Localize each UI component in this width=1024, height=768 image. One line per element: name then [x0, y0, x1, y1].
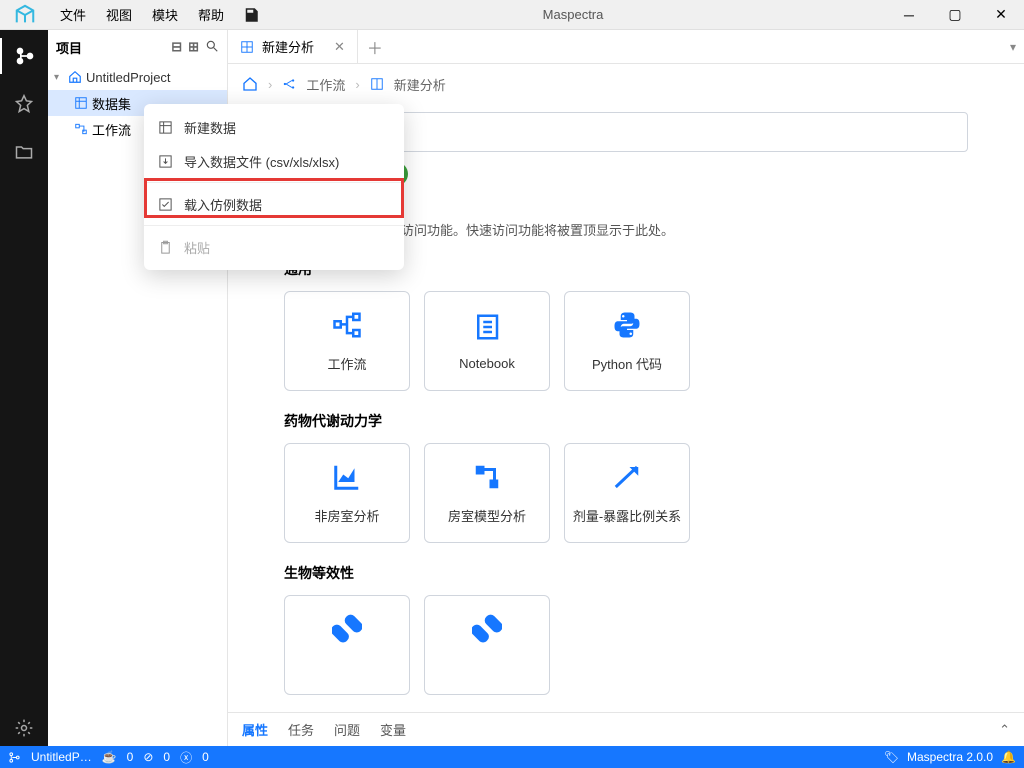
bottom-tab-problems[interactable]: 问题: [334, 720, 360, 739]
save-icon[interactable]: [242, 6, 260, 24]
titlebar: 文件 视图 模块 帮助 Maspectra ─ ▢ ✕: [0, 0, 1024, 30]
tree-project-label: UntitledProject: [86, 70, 171, 85]
activity-star-icon[interactable]: [0, 86, 48, 122]
clipboard-icon: [158, 240, 174, 255]
section-be-title: 生物等效性: [284, 563, 1010, 583]
card-nca[interactable]: 非房室分析: [284, 443, 410, 543]
tree-project-row[interactable]: ▾ UntitledProject: [48, 64, 227, 90]
card-notebook[interactable]: Notebook: [424, 291, 550, 391]
context-menu: 新建数据 导入数据文件 (csv/xls/xlsx) 载入仿例数据 粘贴: [144, 104, 404, 270]
breadcrumb-workflow-icon: [282, 77, 296, 91]
status-tag-icon: 🏷: [884, 750, 899, 764]
ctx-paste[interactable]: 粘贴: [144, 230, 404, 264]
breadcrumb-current-label: 新建分析: [394, 75, 446, 94]
window-title: Maspectra: [260, 7, 886, 22]
activity-folder-icon[interactable]: [0, 134, 48, 170]
window-controls: ─ ▢ ✕: [886, 0, 1024, 30]
ctx-label: 新建数据: [184, 118, 236, 137]
workflow-card-icon: [332, 310, 362, 340]
card-parallel-abe[interactable]: 平行设计 ABE 分析: [424, 595, 550, 695]
card-label: Python 代码: [592, 354, 662, 373]
bottom-tab-variables[interactable]: 变量: [380, 720, 406, 739]
card-compartment[interactable]: 房室模型分析: [424, 443, 550, 543]
status-count-1: 0: [127, 750, 134, 764]
status-version-label: Maspectra 2.0.0: [907, 750, 993, 764]
menu-view[interactable]: 视图: [96, 5, 142, 24]
tab-new-analysis[interactable]: 新建分析 ✕: [228, 30, 358, 64]
bottom-panel-tabs: 属性 任务 问题 变量 ⌃: [228, 712, 1024, 746]
status-cup-icon: ☕: [102, 750, 117, 764]
maximize-button[interactable]: ▢: [932, 0, 978, 30]
home-icon: [68, 70, 82, 84]
model-card-icon: [472, 462, 502, 492]
panel-new-icon[interactable]: ⊞: [188, 39, 199, 55]
card-workflow[interactable]: 工作流: [284, 291, 410, 391]
tab-close-icon[interactable]: ✕: [334, 39, 345, 55]
pill-card-icon: [332, 614, 362, 644]
breadcrumb-home-icon[interactable]: [242, 76, 258, 92]
notebook-card-icon: [472, 312, 502, 342]
trend-card-icon: [612, 462, 642, 492]
card-label: Notebook: [459, 356, 515, 371]
menu-help[interactable]: 帮助: [188, 5, 234, 24]
menu-module[interactable]: 模块: [142, 5, 188, 24]
status-project-label[interactable]: UntitledP…: [31, 750, 92, 764]
activity-branch-icon[interactable]: [0, 38, 48, 74]
app-logo: [0, 4, 50, 26]
python-card-icon: [612, 310, 642, 340]
ctx-import-data[interactable]: 导入数据文件 (csv/xls/xlsx): [144, 144, 404, 178]
card-label: 工作流: [327, 354, 366, 373]
bottom-tab-properties[interactable]: 属性: [242, 720, 268, 739]
breadcrumb-workflow-label[interactable]: 工作流: [306, 75, 345, 94]
tree-dataset-label: 数据集: [92, 94, 131, 113]
breadcrumb-analysis-icon: [370, 77, 384, 91]
status-branch-icon[interactable]: [8, 751, 21, 764]
status-count-3: 0: [202, 750, 209, 764]
dataset-icon: [74, 96, 88, 110]
status-error-icon: ⓧ: [180, 749, 192, 766]
chart-card-icon: [332, 462, 362, 492]
menu-file[interactable]: 文件: [50, 5, 96, 24]
editor-tabs: 新建分析 ✕ ＋ ▾: [228, 30, 1024, 64]
panel-search-icon[interactable]: [205, 39, 219, 55]
bottom-panel-expand-icon[interactable]: ⌃: [999, 722, 1010, 738]
status-check-icon: ⊘: [143, 750, 153, 764]
tab-add-button[interactable]: ＋: [358, 35, 392, 59]
pill-card-icon: [472, 614, 502, 644]
tab-overflow-icon[interactable]: ▾: [1010, 40, 1016, 54]
table-icon: [158, 120, 174, 135]
ctx-load-sample[interactable]: 载入仿例数据: [144, 187, 404, 221]
card-label: 房室模型分析: [448, 506, 526, 525]
tree-workflow-label: 工作流: [92, 120, 131, 139]
ctx-new-data[interactable]: 新建数据: [144, 110, 404, 144]
card-label: 非房室分析: [314, 506, 379, 525]
section-pk-title: 药物代谢动力学: [284, 411, 1010, 431]
sample-icon: [158, 197, 174, 212]
workflow-icon: [74, 122, 88, 136]
tab-label: 新建分析: [262, 37, 314, 56]
card-label: 剂量-暴露比例关系: [573, 506, 681, 525]
activity-settings-icon[interactable]: [0, 710, 48, 746]
analysis-icon: [240, 40, 254, 54]
ctx-label: 导入数据文件 (csv/xls/xlsx): [184, 152, 339, 171]
status-count-2: 0: [163, 750, 170, 764]
minimize-button[interactable]: ─: [886, 0, 932, 30]
card-dose-exposure[interactable]: 剂量-暴露比例关系: [564, 443, 690, 543]
bottom-tab-tasks[interactable]: 任务: [288, 720, 314, 739]
import-icon: [158, 154, 174, 169]
card-crossover-abe[interactable]: 交叉设计 ABE 分析: [284, 595, 410, 695]
ctx-label: 载入仿例数据: [184, 195, 262, 214]
breadcrumb: › 工作流 › 新建分析: [228, 64, 1024, 104]
activity-bar: [0, 30, 48, 746]
project-panel-title: 项目: [56, 38, 82, 57]
main-menu: 文件 视图 模块 帮助: [50, 5, 234, 24]
panel-collapse-icon[interactable]: ⊟: [171, 39, 182, 55]
status-bell-icon[interactable]: 🔔: [1001, 750, 1016, 764]
close-button[interactable]: ✕: [978, 0, 1024, 30]
status-bar: UntitledP… ☕ 0 ⊘ 0 ⓧ 0 🏷 Maspectra 2.0.0 🔔: [0, 746, 1024, 768]
card-python[interactable]: Python 代码: [564, 291, 690, 391]
ctx-label: 粘贴: [184, 238, 210, 257]
